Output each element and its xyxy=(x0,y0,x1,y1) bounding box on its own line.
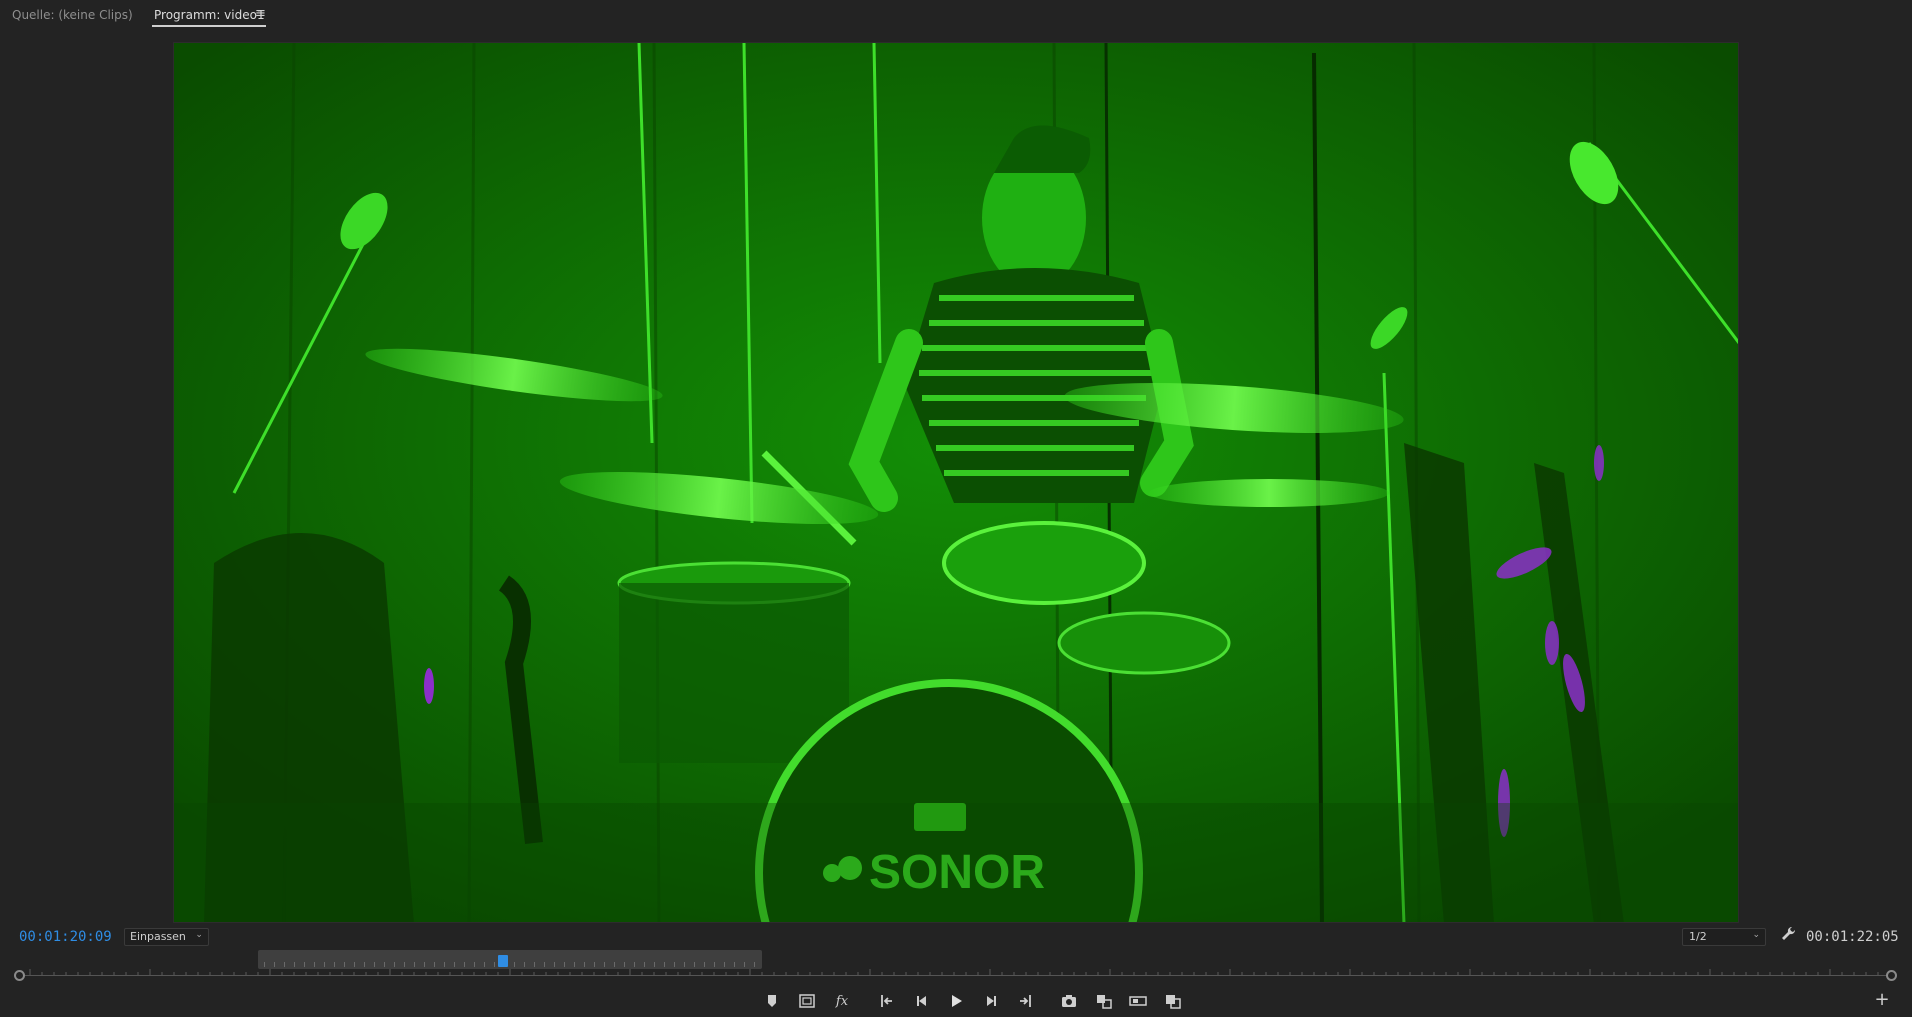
chevron-down-icon: ⌄ xyxy=(1752,930,1760,940)
tab-source-monitor[interactable]: Quelle: (keine Clips) xyxy=(12,8,133,22)
active-tab-indicator xyxy=(152,25,266,27)
current-timecode[interactable]: 00:01:20:09 xyxy=(19,929,112,945)
zoom-level-value: Einpassen xyxy=(130,930,186,943)
wrench-icon[interactable] xyxy=(1780,925,1798,945)
insert-icon[interactable] xyxy=(1093,990,1115,1012)
overwrite-icon[interactable] xyxy=(1127,990,1149,1012)
comparison-view-icon[interactable] xyxy=(1162,990,1184,1012)
tab-program-monitor[interactable]: Programm: video1 xyxy=(154,8,265,22)
video-frame: SONOR xyxy=(174,43,1738,922)
chevron-down-icon: ⌄ xyxy=(195,930,203,940)
fx-icon[interactable]: fx xyxy=(831,990,853,1012)
time-ruler[interactable] xyxy=(14,967,1897,981)
plus-icon[interactable]: + xyxy=(1872,990,1892,1010)
mark-in-icon[interactable] xyxy=(876,990,898,1012)
zoom-level-select[interactable]: Einpassen ⌄ xyxy=(124,928,209,946)
hamburger-menu-icon[interactable]: ≡ xyxy=(255,6,266,21)
program-monitor-viewer[interactable]: SONOR xyxy=(173,42,1739,923)
step-forward-icon[interactable] xyxy=(980,990,1002,1012)
playback-resolution-select[interactable]: 1/2 ⌄ xyxy=(1682,928,1766,946)
play-icon[interactable] xyxy=(945,990,967,1012)
in-point-handle[interactable] xyxy=(14,970,25,981)
duration-timecode: 00:01:22:05 xyxy=(1806,929,1899,945)
step-back-icon[interactable] xyxy=(911,990,933,1012)
timeline-track xyxy=(20,975,1892,976)
mark-out-icon[interactable] xyxy=(1014,990,1036,1012)
panel-tab-bar: Quelle: (keine Clips) Programm: video1 ≡ xyxy=(0,0,1912,30)
add-marker-icon[interactable] xyxy=(761,990,783,1012)
out-point-handle[interactable] xyxy=(1886,970,1897,981)
playhead-marker[interactable] xyxy=(498,955,508,967)
resolution-value: 1/2 xyxy=(1689,930,1707,943)
safe-margins-icon[interactable] xyxy=(796,990,818,1012)
export-frame-icon[interactable] xyxy=(1058,990,1080,1012)
transport-controls: fx xyxy=(0,988,1912,1014)
